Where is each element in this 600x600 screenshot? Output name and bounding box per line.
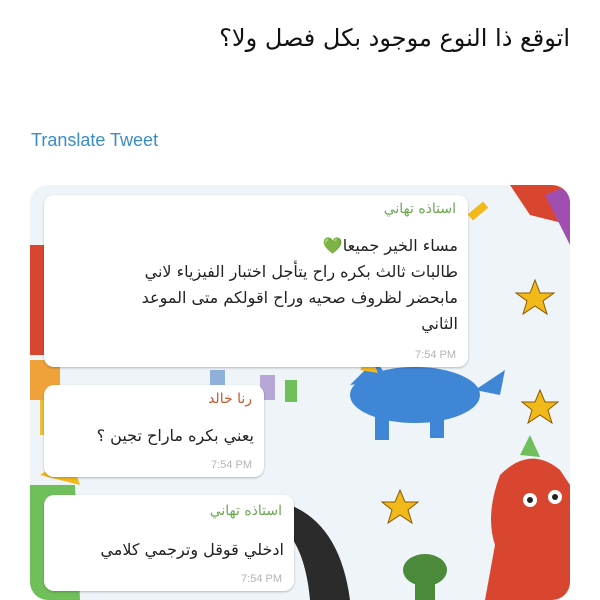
chat-message-bubble[interactable]: رنا خالد يعني بكره ماراح تجين ؟ 7:54 PM: [44, 385, 264, 477]
message-line: مساء الخير جميعا💚: [322, 236, 458, 255]
message-line: ادخلي قوقل وترجمي كلامي: [100, 540, 284, 559]
message-line: مابحضر لظروف صحيه وراح اقولكم متى الموعد: [141, 288, 458, 307]
message-timestamp: 7:54 PM: [211, 459, 252, 471]
message-line: يعني بكره ماراح تجين ؟: [96, 426, 254, 445]
tweet-text: اتوقع ذا النوع موجود بكل فصل ولا؟: [219, 24, 570, 52]
translate-tweet-link[interactable]: Translate Tweet: [31, 130, 158, 151]
message-line: الثاني: [421, 314, 458, 333]
tweet-image[interactable]: استاذه تهاني مساء الخير جميعا💚 طالبات ثا…: [30, 185, 570, 600]
chat-message-bubble[interactable]: استاذه تهاني ادخلي قوقل وترجمي كلامي 7:5…: [44, 495, 294, 591]
sender-name: رنا خالد: [208, 391, 252, 407]
chat-message-bubble[interactable]: استاذه تهاني مساء الخير جميعا💚 طالبات ثا…: [44, 195, 468, 367]
message-timestamp: 7:54 PM: [241, 573, 282, 585]
sender-name: استاذه تهاني: [209, 503, 282, 519]
sender-name: استاذه تهاني: [383, 201, 456, 217]
message-line: طالبات ثالث بكره راح يتأجل اختبار الفيزي…: [144, 262, 458, 281]
message-timestamp: 7:54 PM: [415, 349, 456, 361]
